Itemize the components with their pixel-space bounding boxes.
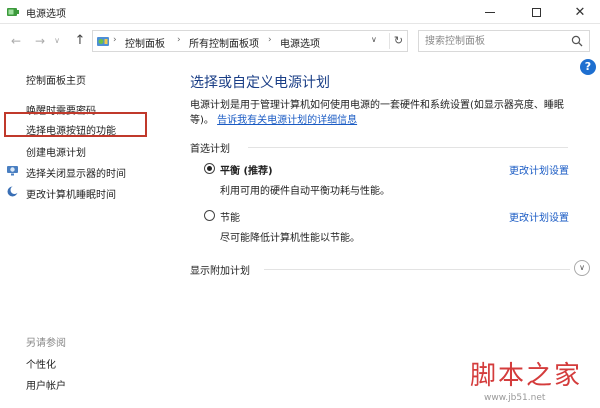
plan-power-saver-radio[interactable] [204, 210, 215, 221]
search-icon[interactable] [571, 35, 583, 47]
section-divider [264, 269, 570, 270]
control-panel-icon [97, 37, 109, 46]
plan-balanced-change-settings-link[interactable]: 更改计划设置 [509, 162, 569, 177]
back-button[interactable]: ← [8, 33, 24, 49]
plan-power-saver-desc: 尽可能降低计算机性能以节能。 [220, 233, 360, 244]
watermark-logo: 脚本之家 [470, 361, 583, 391]
sidebar-item-power-button-function[interactable]: 选择电源按钮的功能 [26, 122, 116, 137]
maximize-button[interactable] [514, 0, 558, 24]
sidebar-item-display-off-time[interactable]: 选择关闭显示器的时间 [26, 165, 126, 180]
description: 电源计划是用于管理计算机如何使用电源的一套硬件和系统设置(如显示器亮度、睡眠等)… [190, 98, 586, 128]
sidebar: 控制面板主页 唤醒时需要密码 选择电源按钮的功能 创建电源计划 选择关闭显示器的… [0, 58, 170, 408]
breadcrumb-control-panel[interactable]: 控制面板 [125, 35, 165, 50]
breadcrumb-all-items[interactable]: 所有控制面板项 [189, 35, 259, 50]
see-also-personalization[interactable]: 个性化 [26, 356, 56, 371]
watermark-url: www.jb51.net [484, 393, 546, 403]
help-icon[interactable]: ? [580, 59, 596, 75]
plan-balanced-name[interactable]: 平衡 (推荐) [220, 162, 273, 177]
page-title: 选择或自定义电源计划 [190, 75, 330, 91]
maximize-icon [531, 7, 541, 17]
show-additional-plans-label[interactable]: 显示附加计划 [190, 262, 250, 277]
refresh-button[interactable]: ↻ [389, 33, 407, 49]
power-plan-info-link[interactable]: 告诉我有关电源计划的详细信息 [217, 115, 357, 126]
recent-locations-button[interactable]: ∨ [52, 33, 62, 49]
breadcrumb-separator[interactable]: › [268, 35, 272, 45]
breadcrumb-separator: › [113, 35, 117, 45]
sleep-moon-icon [7, 186, 19, 197]
sidebar-item-sleep-time[interactable]: 更改计算机睡眠时间 [26, 186, 116, 201]
forward-button[interactable]: → [32, 33, 48, 49]
plan-balanced-radio[interactable] [204, 163, 215, 174]
breadcrumb-separator[interactable]: › [177, 35, 181, 45]
address-bar[interactable]: › 控制面板 › 所有控制面板项 › 电源选项 ∨ ↻ [92, 30, 408, 52]
breadcrumb-power-options[interactable]: 电源选项 [280, 35, 320, 50]
search-input[interactable] [425, 34, 565, 48]
close-icon: ✕ [574, 4, 586, 20]
see-also-heading: 另请参阅 [26, 338, 66, 349]
display-timeout-icon [7, 166, 18, 176]
window-title: 电源选项 [26, 9, 66, 20]
plan-power-saver-change-settings-link[interactable]: 更改计划设置 [509, 209, 569, 224]
title-bar: 电源选项 ✕ [0, 0, 600, 24]
plan-balanced-desc: 利用可用的硬件自动平衡功耗与性能。 [220, 186, 390, 197]
minimize-icon [485, 11, 495, 13]
sidebar-item-create-power-plan[interactable]: 创建电源计划 [26, 144, 86, 159]
close-button[interactable]: ✕ [558, 0, 600, 24]
navigation-bar: ← → ∨ ↑ › 控制面板 › 所有控制面板项 › 电源选项 ∨ ↻ [0, 25, 600, 57]
watermark: 脚本之家 www.jb51.net [440, 355, 590, 405]
address-dropdown-icon[interactable]: ∨ [371, 35, 377, 44]
minimize-button[interactable] [468, 0, 512, 24]
expand-chevron-icon[interactable]: ∨ [574, 260, 590, 276]
preferred-plans-label: 首选计划 [190, 144, 230, 155]
search-box[interactable] [418, 30, 590, 52]
power-options-icon [7, 8, 19, 16]
plan-power-saver-name[interactable]: 节能 [220, 209, 240, 224]
sidebar-item-control-panel-home[interactable]: 控制面板主页 [26, 72, 86, 87]
section-divider [248, 147, 568, 148]
see-also-user-accounts[interactable]: 用户帐户 [26, 377, 66, 392]
up-button[interactable]: ↑ [72, 33, 88, 49]
